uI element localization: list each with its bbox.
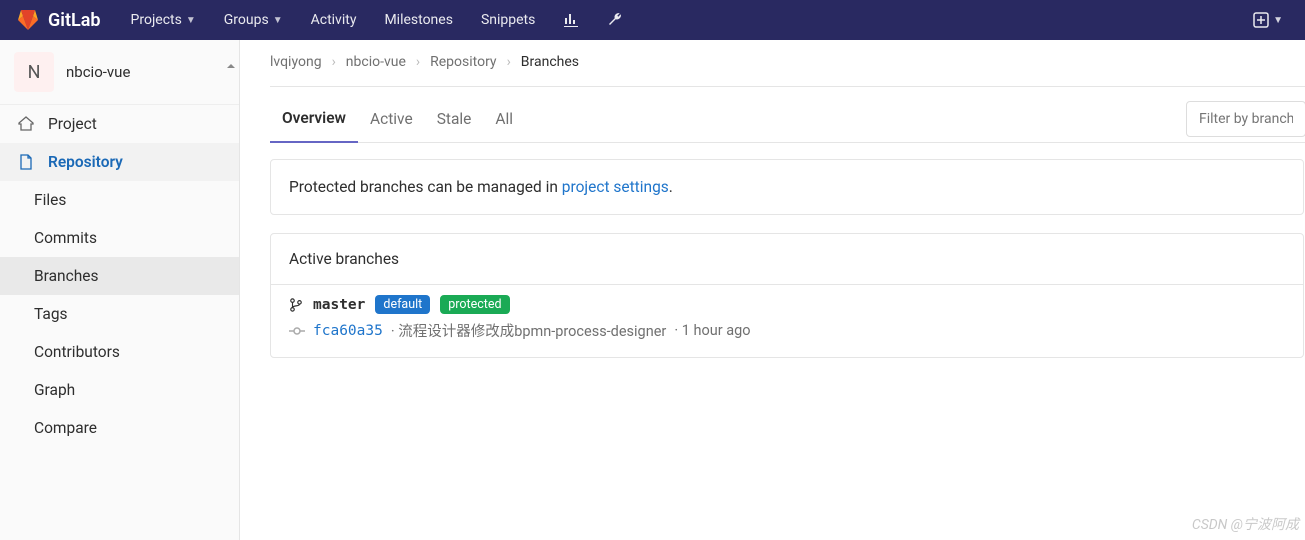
branch-line-main: master default protected xyxy=(289,295,1285,314)
nav-analytics-icon[interactable] xyxy=(553,8,589,32)
nav-projects[interactable]: Projects ▼ xyxy=(121,8,206,32)
sidebar: N nbcio-vue Project Repository Files Com… xyxy=(0,40,240,540)
branch-row: master default protected fca60a35 流程设计器修… xyxy=(271,285,1303,357)
sidebar-sublinks: Files Commits Branches Tags Contributors… xyxy=(0,181,239,447)
notice-tail: . xyxy=(669,178,673,196)
chevron-down-icon: ▼ xyxy=(186,15,196,26)
panel-title: Active branches xyxy=(271,234,1303,285)
top-nav: GitLab Projects ▼ Groups ▼ Activity Milest… xyxy=(0,0,1305,40)
commit-sha[interactable]: fca60a35 xyxy=(313,323,383,339)
sidebar-sub-contributors[interactable]: Contributors xyxy=(0,333,239,371)
sidebar-item-repository[interactable]: Repository xyxy=(0,143,239,181)
sidebar-sub-tags[interactable]: Tags xyxy=(0,295,239,333)
nav-activity[interactable]: Activity xyxy=(301,8,367,32)
commit-message: 流程设计器修改成bpmn-process-designer xyxy=(391,320,666,341)
nav-groups[interactable]: Groups ▼ xyxy=(214,8,293,32)
branch-line-commit: fca60a35 流程设计器修改成bpmn-process-designer 1… xyxy=(289,320,1285,341)
breadcrumb-sep: › xyxy=(507,54,511,70)
nav-items: Projects ▼ Groups ▼ Activity Milestones Sn… xyxy=(121,8,634,32)
project-name: nbcio-vue xyxy=(66,63,130,81)
breadcrumb: lvqiyong › nbcio-vue › Repository › Bran… xyxy=(270,54,1305,87)
crumb-current: Branches xyxy=(521,54,579,70)
sidebar-sub-commits[interactable]: Commits xyxy=(0,219,239,257)
active-branches-panel: Active branches master default protected… xyxy=(270,233,1304,358)
nav-label: Milestones xyxy=(384,12,453,28)
home-icon xyxy=(18,116,34,132)
sidebar-item-project[interactable]: Project xyxy=(0,105,239,143)
nav-snippets[interactable]: Snippets xyxy=(471,8,545,32)
commit-icon xyxy=(289,323,305,339)
gitlab-logo-icon xyxy=(16,8,40,32)
nav-label: Snippets xyxy=(481,12,535,28)
branch-icon xyxy=(289,298,303,312)
sidebar-sub-files[interactable]: Files xyxy=(0,181,239,219)
project-avatar: N xyxy=(14,52,54,92)
filter-input[interactable] xyxy=(1186,101,1305,137)
sidebar-sub-branches[interactable]: Branches xyxy=(0,257,239,295)
branch-name[interactable]: master xyxy=(313,297,365,313)
tab-overview[interactable]: Overview xyxy=(270,95,358,143)
wrench-icon xyxy=(607,12,623,28)
crumb-section[interactable]: Repository xyxy=(430,54,496,70)
nav-milestones[interactable]: Milestones xyxy=(374,8,463,32)
new-menu[interactable]: ▼ xyxy=(1247,8,1289,32)
nav-label: Activity xyxy=(311,12,357,28)
brand-text: GitLab xyxy=(48,10,101,31)
project-header[interactable]: N nbcio-vue xyxy=(0,40,239,105)
tab-stale[interactable]: Stale xyxy=(425,96,484,142)
logo[interactable]: GitLab xyxy=(16,8,101,32)
main-content: lvqiyong › nbcio-vue › Repository › Bran… xyxy=(240,40,1305,540)
tab-all[interactable]: All xyxy=(483,96,525,142)
crumb-project[interactable]: nbcio-vue xyxy=(346,54,406,70)
plus-square-icon xyxy=(1253,12,1269,28)
tabs: Overview Active Stale All xyxy=(270,95,1305,143)
sidebar-sub-compare[interactable]: Compare xyxy=(0,409,239,447)
tab-active[interactable]: Active xyxy=(358,96,425,142)
badge-default: default xyxy=(375,295,430,314)
sidebar-label: Project xyxy=(48,115,97,133)
breadcrumb-sep: › xyxy=(332,54,336,70)
nav-label: Projects xyxy=(131,12,182,28)
sidebar-sub-graph[interactable]: Graph xyxy=(0,371,239,409)
crumb-owner[interactable]: lvqiyong xyxy=(270,54,322,70)
doc-icon xyxy=(18,154,34,170)
chevron-down-icon: ▼ xyxy=(273,15,283,26)
nav-admin-icon[interactable] xyxy=(597,8,633,32)
notice-text: Protected branches can be managed in xyxy=(289,178,562,196)
sidebar-label: Repository xyxy=(48,153,123,171)
chart-icon xyxy=(563,12,579,28)
badge-protected: protected xyxy=(440,295,509,314)
project-settings-link[interactable]: project settings xyxy=(562,178,669,196)
scroll-arrow-icon[interactable] xyxy=(225,46,237,86)
protected-notice: Protected branches can be managed in pro… xyxy=(270,159,1304,215)
breadcrumb-sep: › xyxy=(416,54,420,70)
nav-label: Groups xyxy=(224,12,269,28)
chevron-down-icon: ▼ xyxy=(1273,15,1283,26)
commit-time: 1 hour ago xyxy=(674,322,750,339)
